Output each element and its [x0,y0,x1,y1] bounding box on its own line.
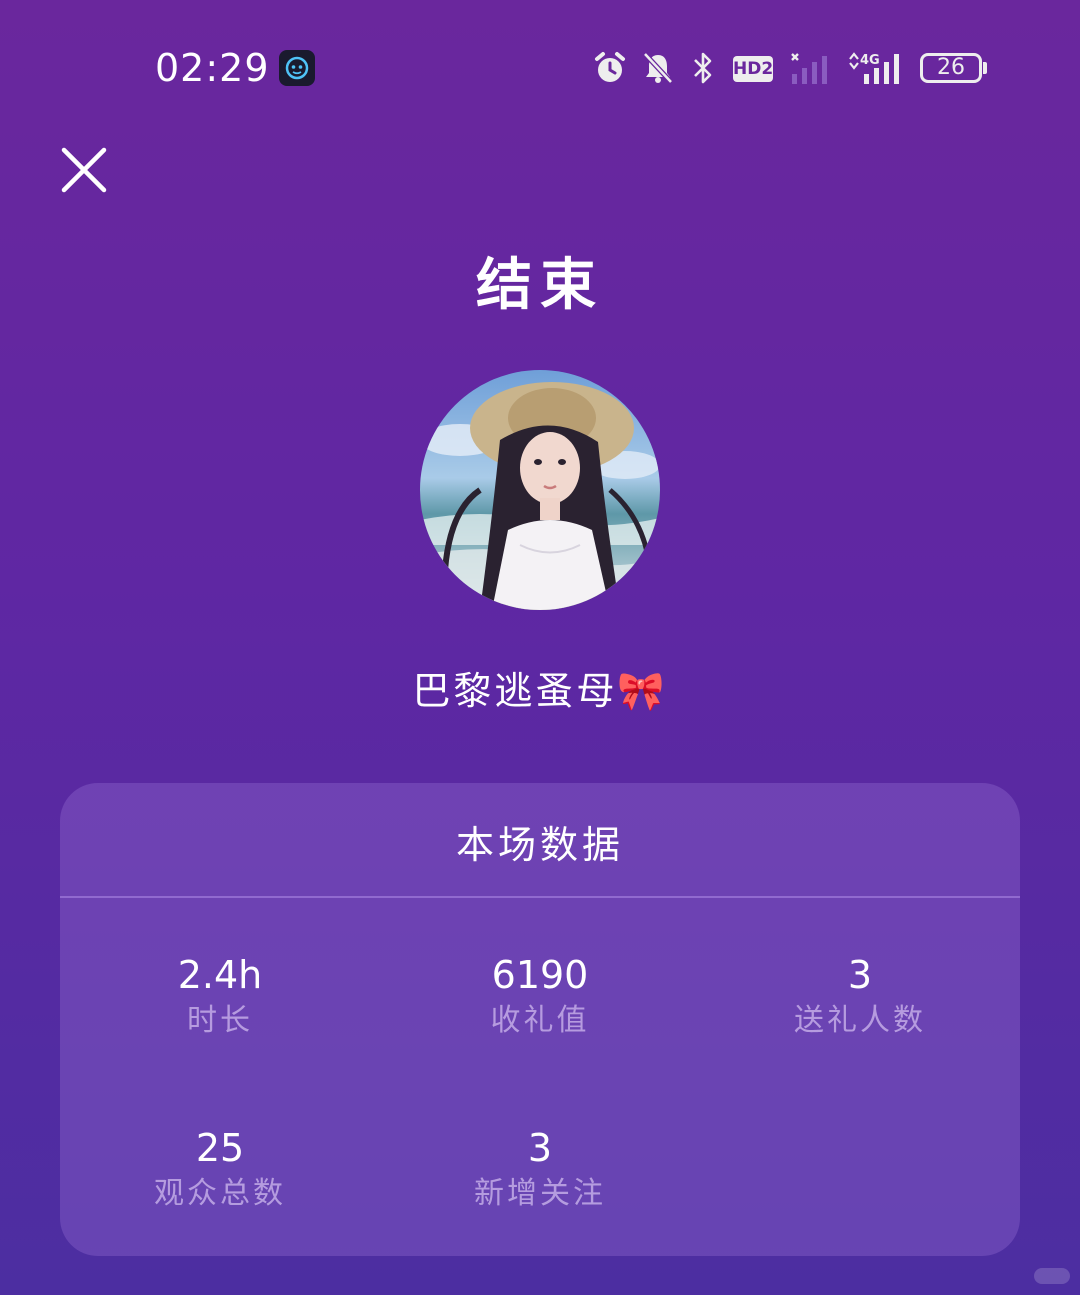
status-bar: 02:29 HD2 4G 26 [0,40,1080,100]
stat-gifters-value: 3 [847,953,873,997]
stats-divider [60,896,1020,898]
close-button[interactable] [58,144,110,196]
watermark [1034,1268,1070,1284]
stat-viewers: 25 观众总数 [60,1125,380,1217]
alarm-icon [595,52,625,82]
stat-gifters-label: 送礼人数 [794,1003,926,1038]
stat-viewers-value: 25 [195,1126,245,1170]
stat-viewers-label: 观众总数 [154,1176,286,1211]
stat-gift-value: 6190 收礼值 [380,952,700,1044]
stat-gift-value-value: 6190 [491,953,589,997]
stat-duration: 2.4h 时长 [60,952,380,1044]
page-title: 结束 [476,252,604,318]
close-icon [61,147,107,193]
stats-title: 本场数据 [455,823,624,867]
stat-duration-label: 时长 [187,1003,253,1038]
network-type-label: 4G [860,53,880,68]
stat-gifters: 3 送礼人数 [700,952,1020,1044]
battery-tip [983,62,987,74]
avatar-image [420,370,660,610]
avatar[interactable] [420,370,660,610]
signal-4g-icon: 4G [849,52,899,84]
battery-level: 26 [937,55,965,80]
stat-gift-value-label: 收礼值 [490,1003,590,1038]
signal-icon [791,53,827,84]
hd-badge: HD2 [733,56,773,82]
mute-icon [643,52,673,84]
bluetooth-icon [694,52,712,84]
stat-new-follows-value: 3 [527,1126,553,1170]
stat-new-follows: 3 新增关注 [380,1125,700,1217]
robot-app-icon [279,50,315,86]
stat-duration-value: 2.4h [177,953,263,997]
stat-new-follows-label: 新增关注 [474,1176,606,1211]
status-time: 02:29 [155,46,270,90]
username: 巴黎逃蚤母🎀 [412,669,668,713]
